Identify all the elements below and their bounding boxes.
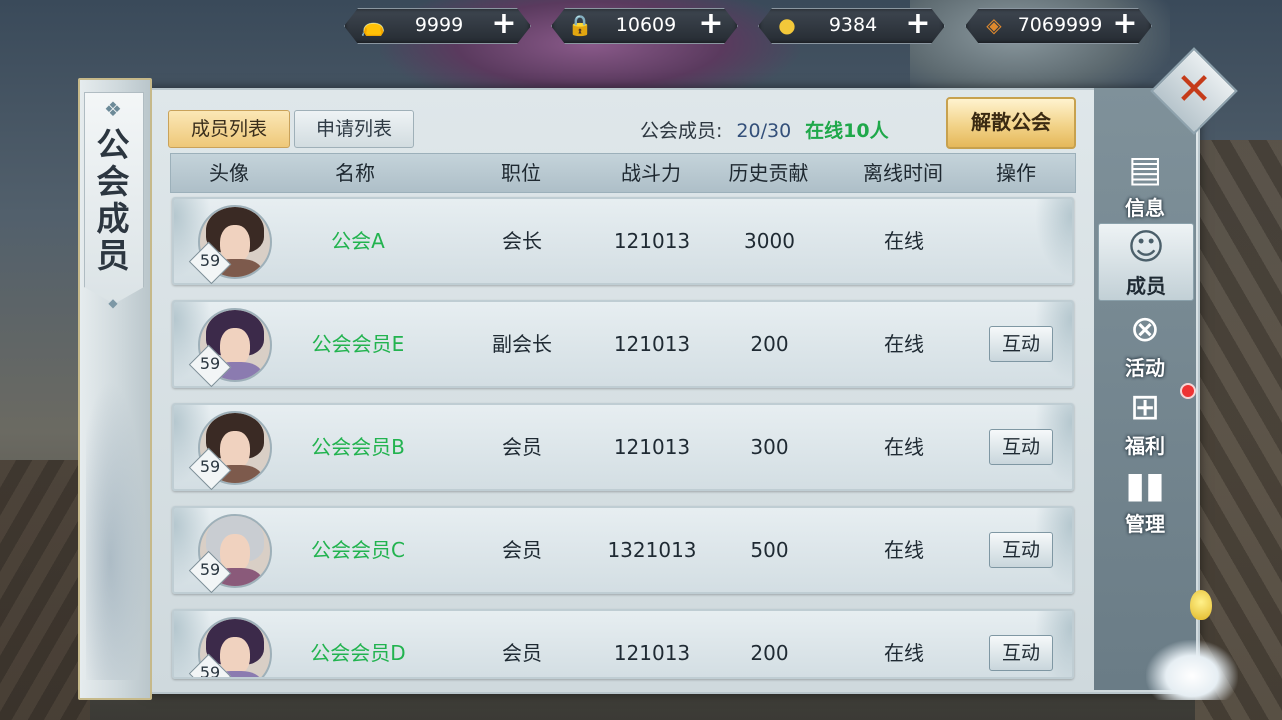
- member-count-value: 20/30: [736, 120, 792, 142]
- member-row[interactable]: 59 公会会员D 会员 121013 200 在线 互动: [172, 609, 1074, 679]
- member-row[interactable]: 59 公会会员C 会员 1321013 500 在线 互动: [172, 506, 1074, 594]
- add-currency-button[interactable]: +: [697, 9, 725, 39]
- tab-application-list[interactable]: 申请列表: [294, 110, 414, 148]
- background-bridge-left: [0, 460, 90, 720]
- column-header-contribution: 历史贡献: [728, 161, 809, 185]
- side-nav-manage[interactable]: ▮▮ 管理: [1098, 462, 1192, 538]
- member-power: 121013: [613, 435, 691, 459]
- member-name: 公会会员B: [311, 435, 405, 459]
- table-header: 头像 名称 职位 战斗力 历史贡献 离线时间 操作: [170, 153, 1076, 193]
- member-status: 在线: [884, 332, 924, 356]
- currency-slot-copper: ◈ 7069999 +: [965, 8, 1150, 44]
- currency-value: 9384: [828, 14, 878, 36]
- column-header-action: 操作: [996, 161, 1036, 185]
- member-count-label: 公会成员:: [640, 120, 723, 142]
- online-count: 在线10人: [805, 120, 889, 142]
- member-status: 在线: [884, 538, 924, 562]
- member-status: 在线: [884, 435, 924, 459]
- interact-button[interactable]: 互动: [989, 635, 1053, 671]
- member-power: 1321013: [607, 538, 697, 562]
- level-text: 59: [199, 663, 221, 679]
- member-contribution: 200: [750, 641, 789, 665]
- side-nav-welfare[interactable]: ⊞ 福利: [1098, 384, 1192, 460]
- manage-cards-icon: ▮▮: [1125, 465, 1165, 506]
- member-contribution: 300: [750, 435, 789, 459]
- member-power: 121013: [613, 229, 691, 253]
- column-header-name: 名称: [335, 161, 375, 185]
- tab-member-list[interactable]: 成员列表: [168, 110, 290, 148]
- member-role: 会员: [502, 641, 542, 665]
- add-currency-button[interactable]: +: [1111, 9, 1139, 39]
- member-name: 公会A: [331, 229, 385, 253]
- member-status: 在线: [884, 229, 924, 253]
- member-power: 121013: [613, 332, 691, 356]
- currency-value: 9999: [414, 14, 464, 36]
- currency-slot-gold: ● 9384 +: [758, 8, 943, 44]
- member-role: 副会长: [492, 332, 552, 356]
- side-nav-info[interactable]: ▤ 信息: [1098, 146, 1192, 222]
- member-status: 在线: [884, 641, 924, 665]
- column-header-power: 战斗力: [621, 161, 681, 185]
- member-name: 公会会员D: [310, 641, 406, 665]
- member-name: 公会会员C: [311, 538, 405, 562]
- member-role: 会员: [502, 538, 542, 562]
- banner-ink-decoration: [86, 380, 146, 680]
- currency-slot-locked-gold: 🔒 10609 +: [551, 8, 736, 44]
- member-role: 会长: [502, 229, 542, 253]
- lotus-flower-decoration: [1146, 640, 1238, 700]
- column-header-offline-time: 离线时间: [863, 161, 943, 185]
- member-row[interactable]: 59 公会会员B 会员 121013 300 在线 互动: [172, 403, 1074, 491]
- row-ornament: [1032, 199, 1072, 283]
- gift-icon: ⊞: [1129, 387, 1161, 428]
- interact-button[interactable]: 互动: [989, 429, 1053, 465]
- side-nav-activity[interactable]: ⊗ 活动: [1098, 306, 1192, 382]
- level-text: 59: [199, 354, 221, 373]
- lotus-bud-decoration: [1190, 590, 1212, 620]
- member-role: 会员: [502, 435, 542, 459]
- add-currency-button[interactable]: +: [490, 9, 518, 39]
- interact-button[interactable]: 互动: [989, 326, 1053, 362]
- side-nav-label: 管理: [1125, 512, 1165, 536]
- close-button[interactable]: ✕: [1166, 62, 1222, 118]
- level-text: 59: [199, 251, 221, 270]
- add-currency-button[interactable]: +: [904, 9, 932, 39]
- member-row[interactable]: 59 公会会员E 副会长 121013 200 在线 互动: [172, 300, 1074, 388]
- diamond-icon: ◆: [108, 296, 118, 310]
- side-nav-members[interactable]: ☺ 成员: [1098, 223, 1194, 301]
- member-icon: ☺: [1127, 227, 1165, 268]
- member-contribution: 3000: [744, 229, 795, 253]
- background-bridge-right: [1195, 140, 1282, 720]
- side-nav-label: 活动: [1125, 356, 1165, 380]
- knot-icon: ❖: [104, 97, 122, 121]
- side-nav-label: 信息: [1125, 196, 1165, 220]
- side-nav-label: 福利: [1125, 434, 1165, 458]
- side-nav-label: 成员: [1126, 274, 1166, 298]
- member-name: 公会会员E: [311, 332, 405, 356]
- activity-icon: ⊗: [1129, 309, 1161, 350]
- column-header-avatar: 头像: [209, 161, 249, 185]
- page-title: 公会成员: [96, 125, 130, 275]
- member-power: 121013: [613, 641, 691, 665]
- member-contribution: 200: [750, 332, 789, 356]
- level-text: 59: [199, 560, 221, 579]
- currency-value: 7069999: [1017, 14, 1103, 36]
- member-row[interactable]: 59 公会A 会长 121013 3000 在线: [172, 197, 1074, 285]
- member-contribution: 500: [750, 538, 789, 562]
- member-summary: 公会成员: 20/30 在线10人: [640, 116, 889, 143]
- column-header-role: 职位: [501, 161, 541, 185]
- disband-guild-button[interactable]: 解散公会: [946, 97, 1076, 149]
- currency-slot-bag: 👝 9999 +: [344, 8, 529, 44]
- info-scroll-icon: ▤: [1127, 149, 1162, 190]
- currency-value: 10609: [615, 14, 677, 36]
- level-text: 59: [199, 457, 221, 476]
- interact-button[interactable]: 互动: [989, 532, 1053, 568]
